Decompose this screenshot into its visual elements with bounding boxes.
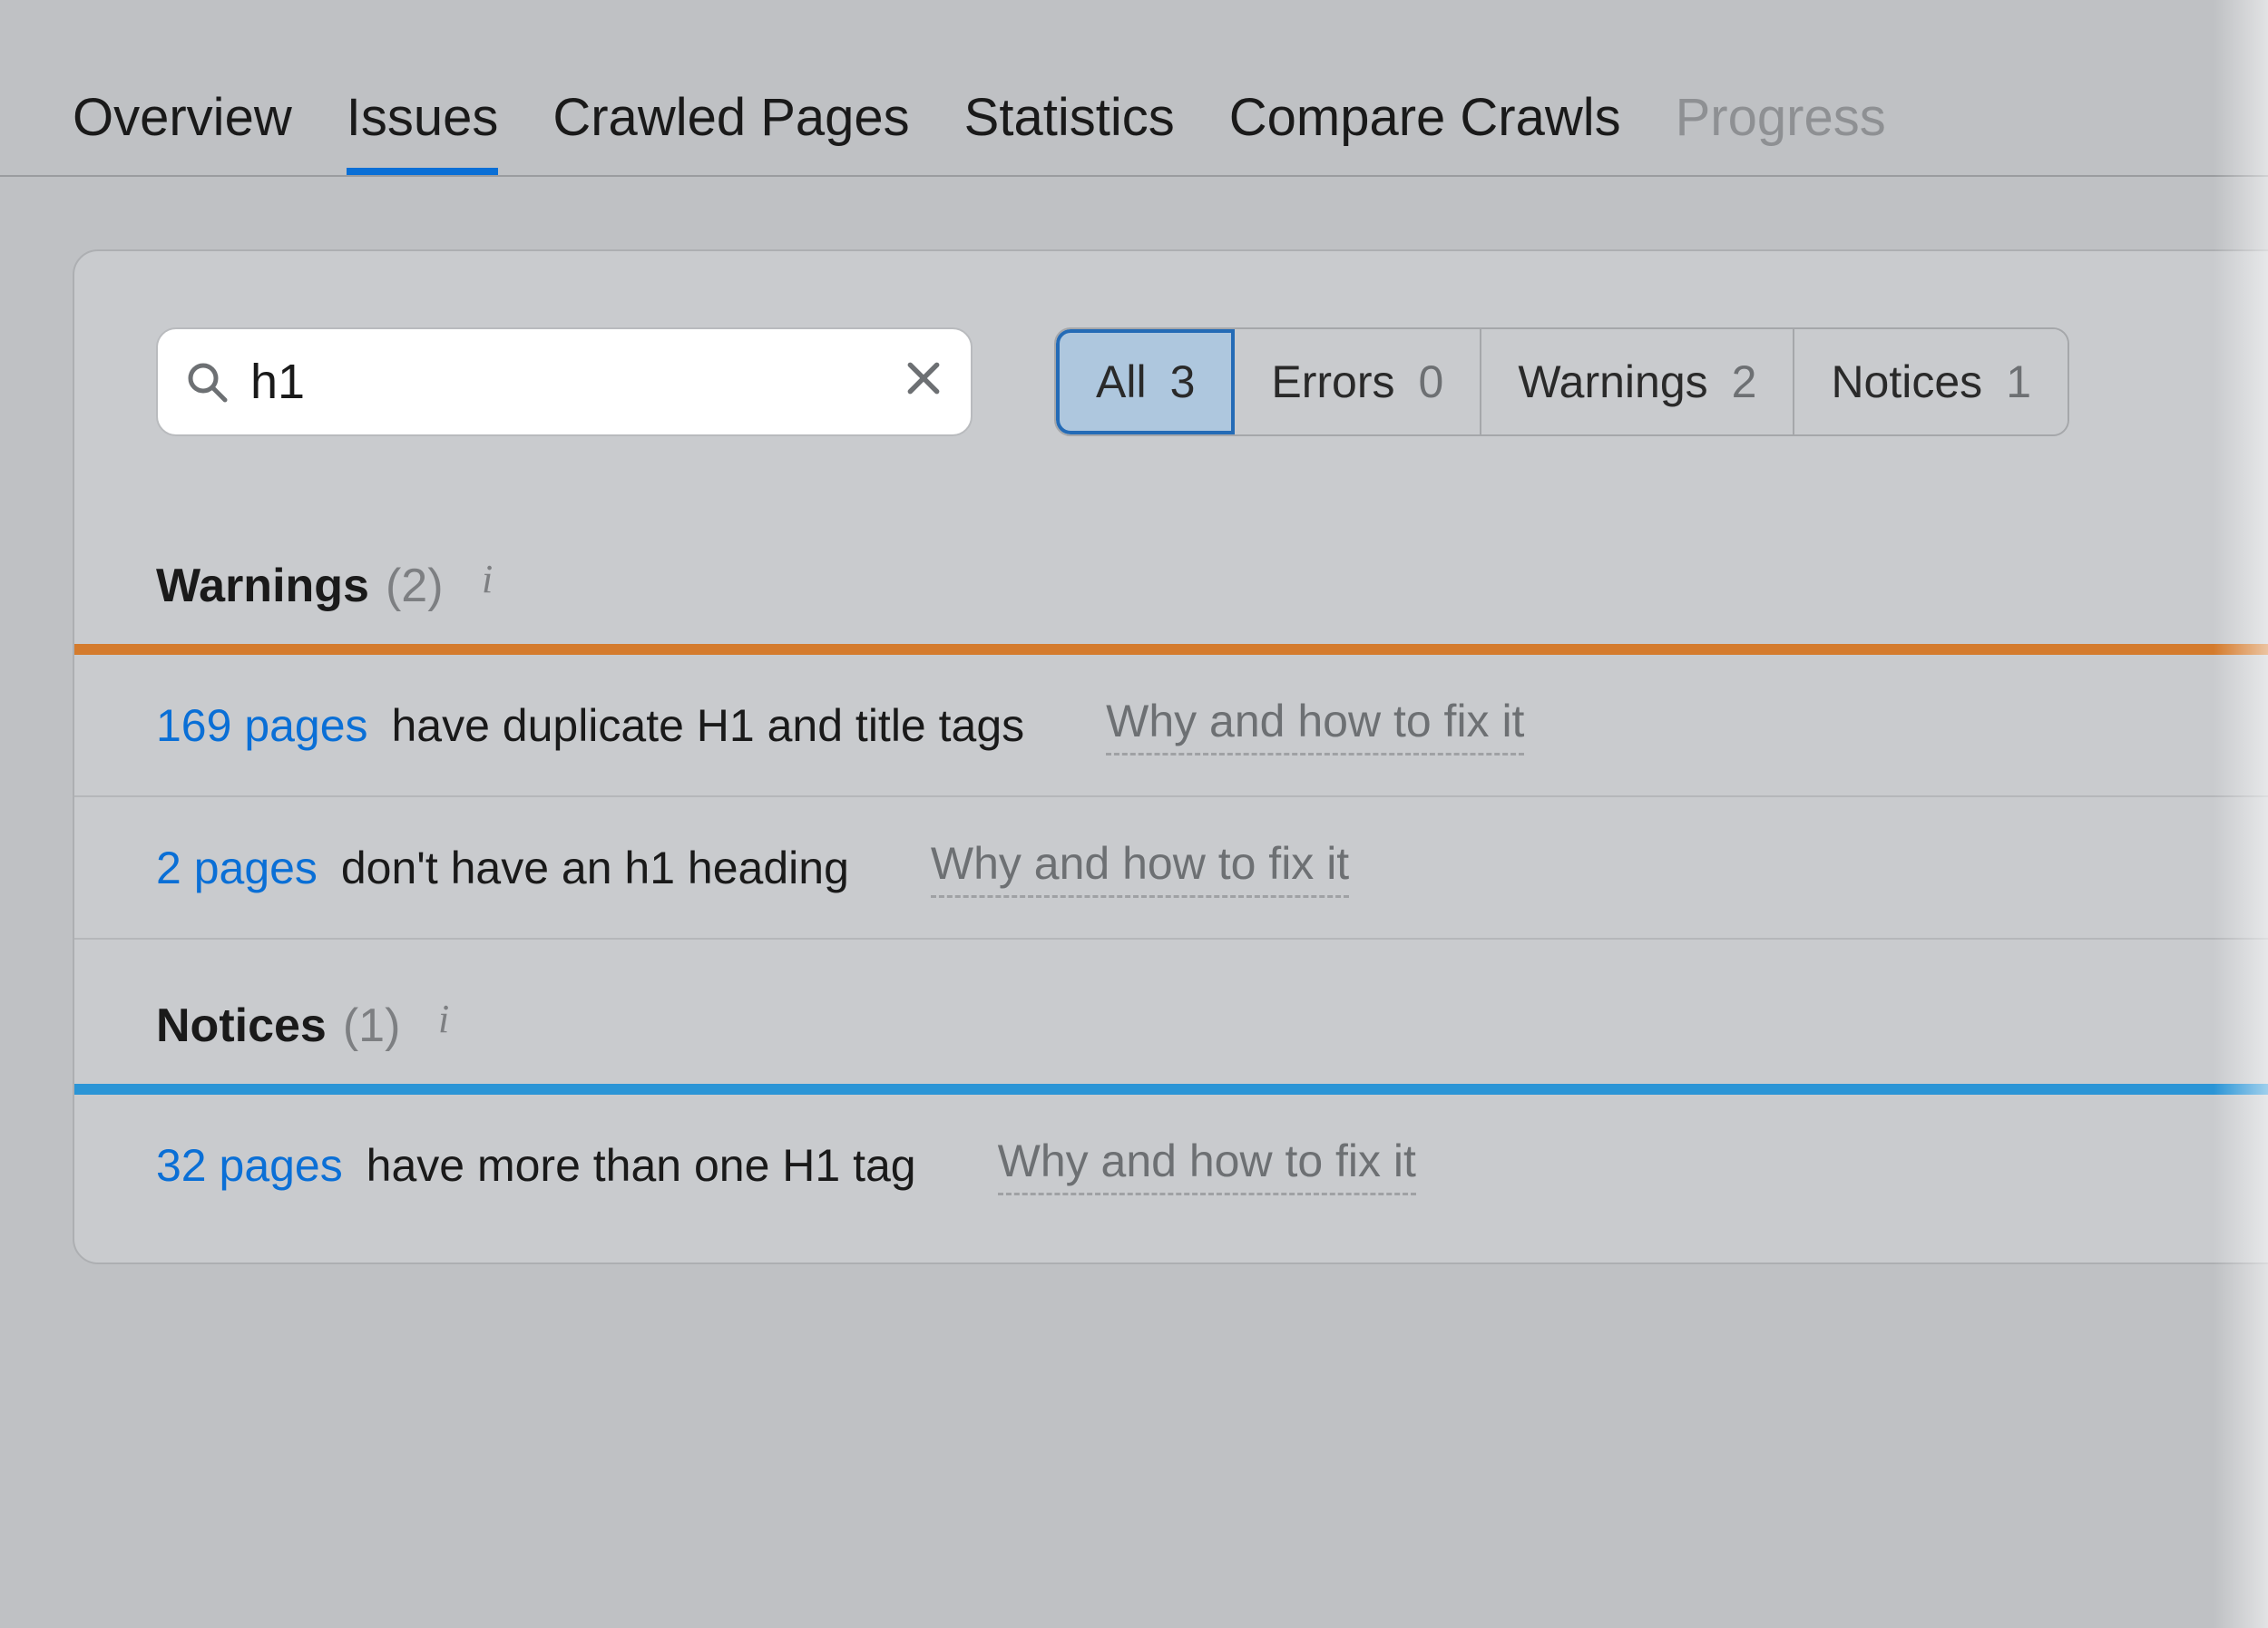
app-root: Overview Issues Crawled Pages Statistics… — [0, 0, 2268, 1628]
warnings-count: (2) — [386, 559, 444, 613]
fix-hint-link[interactable]: Why and how to fix it — [998, 1135, 1416, 1195]
search-input-container[interactable] — [156, 327, 973, 436]
notices-count: (1) — [343, 999, 401, 1053]
card-bottom-pad — [74, 1235, 2268, 1262]
issues-card: All 3 Errors 0 Warnings 2 Notices 1 W — [73, 249, 2268, 1264]
issue-pages-link[interactable]: 32 pages — [156, 1140, 343, 1191]
issue-pages-link[interactable]: 2 pages — [156, 843, 318, 893]
warnings-title: Warnings — [156, 559, 369, 613]
filter-warnings[interactable]: Warnings 2 — [1481, 329, 1794, 434]
filter-notices-label: Notices — [1831, 356, 1982, 408]
close-icon — [904, 358, 943, 406]
filter-errors-count: 0 — [1419, 356, 1444, 408]
notices-separator — [74, 1084, 2268, 1095]
tab-issues[interactable]: Issues — [347, 87, 499, 175]
issue-pages-link[interactable]: 169 pages — [156, 700, 368, 751]
filter-notices[interactable]: Notices 1 — [1794, 329, 2068, 434]
tab-compare-crawls[interactable]: Compare Crawls — [1229, 87, 1621, 175]
tab-progress[interactable]: Progress — [1676, 87, 1886, 175]
fix-hint-link[interactable]: Why and how to fix it — [931, 837, 1349, 898]
notices-title: Notices — [156, 999, 327, 1053]
issue-message: 169 pages have duplicate H1 and title ta… — [156, 699, 1024, 752]
tab-statistics[interactable]: Statistics — [964, 87, 1175, 175]
filter-all-count: 3 — [1170, 356, 1196, 408]
filter-errors-label: Errors — [1271, 356, 1394, 408]
warnings-separator — [74, 644, 2268, 655]
issue-message: 2 pages don't have an h1 heading — [156, 842, 849, 894]
issue-type-filter: All 3 Errors 0 Warnings 2 Notices 1 — [1054, 327, 2069, 436]
warnings-info-button[interactable]: i — [469, 554, 513, 617]
info-icon: i — [469, 554, 513, 617]
notices-section-heading: Notices (1) i — [74, 940, 2268, 1084]
issue-row: 169 pages have duplicate H1 and title ta… — [74, 655, 2268, 797]
issue-message: 32 pages have more than one H1 tag — [156, 1139, 916, 1192]
main-tabs: Overview Issues Crawled Pages Statistics… — [0, 0, 2268, 177]
search-icon — [185, 360, 229, 404]
fix-hint-link[interactable]: Why and how to fix it — [1106, 695, 1524, 756]
issue-row: 32 pages have more than one H1 tag Why a… — [74, 1095, 2268, 1235]
filter-all[interactable]: All 3 — [1056, 329, 1235, 434]
notices-info-button[interactable]: i — [425, 994, 469, 1057]
tab-overview[interactable]: Overview — [73, 87, 292, 175]
filter-warnings-label: Warnings — [1518, 356, 1707, 408]
issue-description: have more than one H1 tag — [367, 1140, 916, 1191]
issues-toolbar: All 3 Errors 0 Warnings 2 Notices 1 — [74, 251, 2268, 500]
filter-warnings-count: 2 — [1732, 356, 1757, 408]
svg-text:i: i — [482, 557, 493, 601]
issue-description: have duplicate H1 and title tags — [391, 700, 1024, 751]
svg-text:i: i — [438, 997, 449, 1041]
issue-row: 2 pages don't have an h1 heading Why and… — [74, 797, 2268, 940]
filter-notices-count: 1 — [2006, 356, 2031, 408]
clear-search-button[interactable] — [904, 358, 943, 406]
warnings-section-heading: Warnings (2) i — [74, 500, 2268, 644]
search-input[interactable] — [250, 354, 882, 410]
filter-errors[interactable]: Errors 0 — [1235, 329, 1481, 434]
tab-crawled-pages[interactable]: Crawled Pages — [552, 87, 909, 175]
info-icon: i — [425, 994, 469, 1057]
issue-description: don't have an h1 heading — [341, 843, 849, 893]
filter-all-label: All — [1096, 356, 1147, 408]
